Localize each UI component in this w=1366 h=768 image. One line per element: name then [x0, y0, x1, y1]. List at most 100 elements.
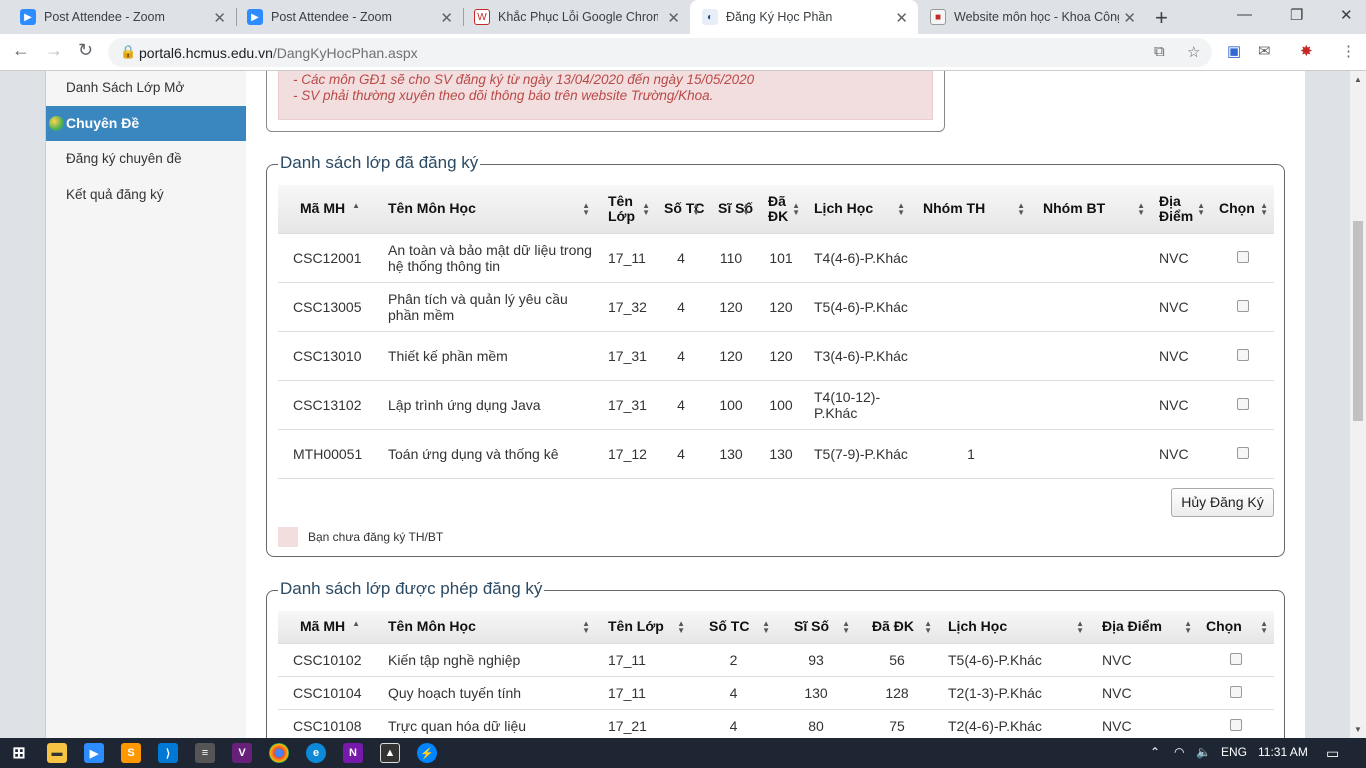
scroll-down-icon[interactable]: ▼	[1354, 725, 1362, 734]
chrome-icon[interactable]	[269, 743, 289, 763]
table-row: CSC13102 Lập trình ứng dụng Java 17_31 4…	[278, 380, 1274, 430]
tab-dang-ky-hoc-phan[interactable]: ◐ Đăng Ký Học Phần ✕	[690, 0, 918, 34]
col-header-chon[interactable]: Chọn ▲ ▼	[1198, 611, 1274, 644]
close-window-icon[interactable]: ✕	[1340, 6, 1353, 24]
row-checkbox[interactable]	[1230, 652, 1242, 665]
close-icon[interactable]: ✕	[213, 9, 226, 27]
tab-title: Khắc Phục Lỗi Google Chrome	[498, 10, 658, 24]
row-checkbox[interactable]	[1236, 446, 1249, 459]
extension-save-icon[interactable]: ▣	[1227, 42, 1241, 60]
zoom-icon: ▶	[247, 9, 263, 25]
allowed-classes-fieldset: Danh sách lớp được phép đăng ký Mã MH ▲ T…	[266, 579, 1285, 739]
bookmark-star-icon[interactable]: ☆	[1187, 43, 1200, 61]
mail-icon[interactable]: ✉	[1258, 42, 1271, 60]
row-checkbox[interactable]	[1236, 299, 1249, 312]
onenote-icon[interactable]: N	[343, 743, 363, 763]
lock-icon: 🔒	[120, 44, 137, 59]
cell-name: Kiến tập nghề nghiệp	[376, 643, 596, 677]
cell-ex-group	[1031, 282, 1151, 332]
notice-inner: - Các môn GĐ1 sẽ cho SV đăng ký từ ngày …	[278, 71, 933, 120]
col-header-si-so[interactable]: Sĩ Số ▲ ▼	[776, 611, 856, 644]
scroll-up-icon[interactable]: ▲	[1354, 75, 1362, 84]
tab-zoom-2[interactable]: ▶ Post Attendee - Zoom ✕	[235, 0, 463, 34]
col-header-ten-mon-hoc[interactable]: Tên Môn Học ▲ ▼	[376, 611, 596, 644]
cell-ex-group	[1031, 331, 1151, 381]
tab-website-mon-hoc[interactable]: ■ Website môn học - Khoa Công ✕	[918, 0, 1146, 34]
file-explorer-icon[interactable]: ▬	[47, 743, 67, 763]
restore-icon[interactable]: ❐	[1290, 6, 1303, 24]
close-icon[interactable]: ✕	[667, 9, 680, 27]
cell-lab-group	[911, 331, 1031, 381]
cell-size: 110	[706, 233, 756, 283]
sidebar-item-open-classes[interactable]: Danh Sách Lớp Mở	[66, 80, 184, 95]
clock[interactable]: 11:31 AM	[1258, 745, 1308, 759]
tab-chrome-fix[interactable]: W Khắc Phục Lỗi Google Chrome ✕	[462, 0, 690, 34]
col-header-nhom-th[interactable]: Nhóm TH ▲ ▼	[911, 185, 1031, 234]
new-tab-plus-icon[interactable]: +	[1155, 5, 1168, 31]
translate-icon[interactable]: ⧉	[1154, 43, 1165, 60]
row-checkbox[interactable]	[1236, 397, 1249, 410]
cell-lab-group: 1	[911, 429, 1031, 479]
col-header-so-tc[interactable]: Số TC ▲ ▼	[691, 611, 776, 644]
col-header-nhom-bt[interactable]: Nhóm BT ▲ ▼	[1031, 185, 1151, 234]
sublime-icon[interactable]: S	[121, 743, 141, 763]
language-indicator[interactable]: ENG	[1221, 745, 1247, 759]
zoom-app-icon[interactable]: ▶	[84, 743, 104, 763]
col-header-si-so[interactable]: Sĩ Số ▲ ▼	[706, 185, 756, 234]
col-header-lich-hoc[interactable]: Lịch Học ▲ ▼	[806, 185, 911, 234]
cell-credits: 2	[691, 643, 776, 677]
col-header-ten-lop[interactable]: Tên Lớp ▲ ▼	[596, 611, 691, 644]
profile-avatar-icon[interactable]: ✸	[1300, 42, 1313, 60]
messenger-icon[interactable]: ⚡	[417, 743, 437, 763]
close-icon[interactable]: ✕	[895, 9, 908, 27]
forward-arrow-icon[interactable]: →	[45, 40, 63, 61]
chevron-up-icon[interactable]: ⌃	[1150, 745, 1160, 759]
cell-schedule: T5(7-9)-P.Khác	[806, 429, 911, 479]
col-header-lich-hoc[interactable]: Lịch Học ▲ ▼	[938, 611, 1090, 644]
minimize-icon[interactable]: —	[1237, 6, 1252, 23]
notification-icon[interactable]: ▭	[1326, 745, 1339, 762]
row-checkbox[interactable]	[1230, 685, 1242, 698]
menu-dots-icon[interactable]: ⋮	[1341, 42, 1356, 60]
vscode-icon[interactable]: ⟩	[158, 743, 178, 763]
col-header-ma-mh[interactable]: Mã MH ▲	[278, 185, 376, 234]
sidebar-item-register-topic[interactable]: Đăng ký chuyên đề	[66, 151, 182, 166]
unregistered-legend-swatch	[278, 527, 298, 547]
col-header-dia-diem[interactable]: Địa Điểm ▲ ▼	[1151, 185, 1211, 234]
cell-select	[1211, 429, 1274, 479]
col-header-ten-lop[interactable]: Tên Lớp ▲ ▼	[596, 185, 656, 234]
cell-select	[1211, 380, 1274, 430]
col-header-chon[interactable]: Chọn ▲ ▼	[1211, 185, 1274, 234]
row-checkbox[interactable]	[1236, 348, 1249, 361]
close-icon[interactable]: ✕	[1123, 9, 1136, 27]
reload-icon[interactable]: ↻	[78, 40, 93, 61]
close-icon[interactable]: ✕	[440, 9, 453, 27]
cell-schedule: T2(1-3)-P.Khác	[938, 676, 1090, 710]
visual-studio-icon[interactable]: V	[232, 743, 252, 763]
col-header-da-dk[interactable]: Đã ĐK ▲ ▼	[856, 611, 938, 644]
volume-icon[interactable]: 🔈	[1196, 745, 1211, 759]
row-checkbox[interactable]	[1230, 718, 1242, 731]
row-checkbox[interactable]	[1236, 250, 1249, 263]
page-scrollbar[interactable]: ▲ ▼	[1350, 71, 1366, 739]
table-row: CSC10108 Trực quan hóa dữ liệu 17_21 4 8…	[278, 709, 1274, 739]
sidebar-item-result[interactable]: Kết quả đăng ký	[66, 187, 164, 202]
cancel-registration-button[interactable]: Hủy Đăng Ký	[1171, 488, 1274, 517]
tab-zoom-1[interactable]: ▶ Post Attendee - Zoom ✕	[8, 0, 236, 34]
col-header-dia-diem[interactable]: Địa Điểm ▲ ▼	[1090, 611, 1198, 644]
cell-name: Quy hoạch tuyến tính	[376, 676, 596, 710]
scrollbar-thumb[interactable]	[1353, 221, 1363, 421]
col-header-so-tc[interactable]: Số TC ▲ ▼	[656, 185, 706, 234]
col-header-ten-mon-hoc[interactable]: Tên Môn Học ▲ ▼	[376, 185, 596, 234]
wifi-icon[interactable]: ◠	[1174, 745, 1184, 759]
windows-start-icon[interactable]: ⊞	[9, 743, 29, 763]
address-bar[interactable]: 🔒 portal6.hcmus.edu.vn/DangKyHocPhan.asp…	[108, 38, 1212, 67]
col-header-ma-mh[interactable]: Mã MH ▲	[278, 611, 376, 644]
edge-icon[interactable]: e	[306, 743, 326, 763]
cell-size: 130	[776, 676, 856, 710]
back-arrow-icon[interactable]: ←	[12, 40, 30, 61]
globe-icon	[49, 116, 64, 131]
app-icon[interactable]: ≡	[195, 743, 215, 763]
photos-icon[interactable]: ▲	[380, 743, 400, 763]
col-header-da-dk[interactable]: Đã ĐK ▲ ▼	[756, 185, 806, 234]
